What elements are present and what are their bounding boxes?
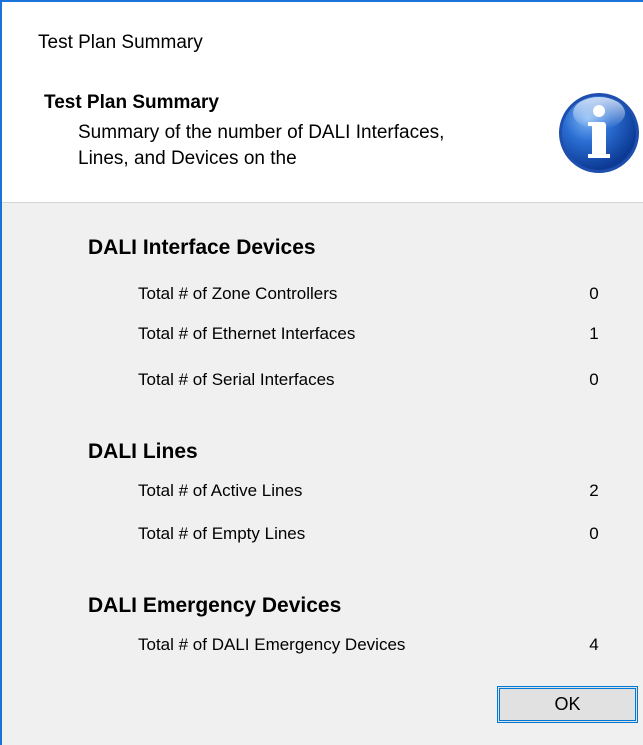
row-label-emergency-devices: Total # of DALI Emergency Devices: [138, 635, 406, 654]
info-icon: [559, 93, 639, 173]
row-label-ethernet-interfaces: Total # of Ethernet Interfaces: [138, 324, 356, 343]
row-value-active-lines: 2: [589, 481, 599, 500]
row-label-empty-lines: Total # of Empty Lines: [138, 524, 306, 543]
header-description: Summary of the number of DALI Interfaces…: [78, 122, 445, 169]
dialog-window: Test Plan Summary Test Plan Summary Summ…: [0, 0, 643, 745]
ok-button[interactable]: OK: [497, 686, 638, 723]
row-value-ethernet-interfaces: 1: [589, 324, 599, 343]
row-value-empty-lines: 0: [589, 524, 599, 543]
window-title: Test Plan Summary: [38, 32, 203, 53]
row-value-serial-interfaces: 0: [589, 370, 599, 389]
dialog-header: Test Plan Summary Summary of the number …: [2, 80, 643, 203]
section-title-emergency-devices: DALI Emergency Devices: [88, 594, 342, 617]
title-bar[interactable]: Test Plan Summary: [2, 2, 643, 80]
header-title: Test Plan Summary: [44, 92, 219, 113]
row-label-active-lines: Total # of Active Lines: [138, 481, 303, 500]
row-value-emergency-devices: 4: [589, 635, 599, 654]
row-label-serial-interfaces: Total # of Serial Interfaces: [138, 370, 335, 389]
section-title-dali-lines: DALI Lines: [88, 440, 198, 463]
dialog-content: DALI Interface Devices Total # of Zone C…: [2, 203, 643, 745]
section-title-interface-devices: DALI Interface Devices: [88, 236, 316, 259]
row-label-zone-controllers: Total # of Zone Controllers: [138, 284, 338, 303]
row-value-zone-controllers: 0: [589, 284, 599, 303]
